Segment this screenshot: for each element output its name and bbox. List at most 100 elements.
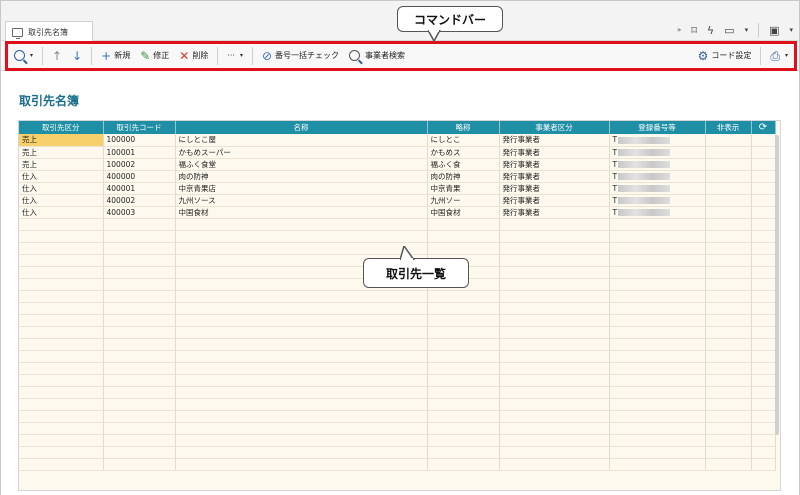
business-search-button[interactable]: 事業者検索: [344, 45, 410, 67]
empty-row: [19, 446, 776, 459]
cell-hidden[interactable]: [705, 158, 752, 171]
cell-hidden[interactable]: [705, 182, 752, 195]
lightning-icon[interactable]: ϟ: [707, 25, 714, 36]
chevron-down-icon[interactable]: ▾: [745, 26, 749, 34]
cell-short[interactable]: 福ふく食: [427, 158, 500, 171]
empty-cell: [19, 302, 104, 315]
column-header[interactable]: 登録番号等: [609, 121, 706, 134]
cell-code[interactable]: 100002: [103, 158, 176, 171]
cell-reg[interactable]: T: [609, 158, 706, 171]
column-header[interactable]: 事業者区分: [499, 121, 610, 134]
cell-kubun[interactable]: 仕入: [19, 170, 104, 183]
empty-cell: [751, 326, 776, 339]
cell-biz[interactable]: 発行事業者: [499, 134, 610, 147]
cell-name[interactable]: 中京青果店: [175, 182, 428, 195]
cell-biz[interactable]: 発行事業者: [499, 206, 610, 219]
cell-short[interactable]: 肉の防神: [427, 170, 500, 183]
search-button[interactable]: ▾: [9, 45, 38, 67]
cell-biz[interactable]: 発行事業者: [499, 182, 610, 195]
cell-kubun[interactable]: 売上: [19, 134, 104, 147]
cell-code[interactable]: 400001: [103, 182, 176, 195]
empty-cell: [19, 422, 104, 435]
cell-code[interactable]: 400002: [103, 194, 176, 207]
empty-row: [19, 242, 776, 255]
cell-biz[interactable]: 発行事業者: [499, 194, 610, 207]
cell-reg[interactable]: T: [609, 146, 706, 159]
cell-hidden[interactable]: [705, 194, 752, 207]
cell-short[interactable]: にしとこ: [427, 134, 500, 147]
print-button[interactable]: ⎙ ▾: [765, 45, 793, 67]
empty-cell: [19, 254, 104, 267]
column-header[interactable]: 略称: [427, 121, 500, 134]
cell-reg[interactable]: T: [609, 182, 706, 195]
cell-kubun[interactable]: 仕入: [19, 206, 104, 219]
cell-kubun[interactable]: 仕入: [19, 194, 104, 207]
cell-hidden[interactable]: [705, 206, 752, 219]
cell-short[interactable]: 中京青果: [427, 182, 500, 195]
table-row[interactable]: 仕入 400002 九州ソース 九州ソー 発行事業者 T: [19, 194, 776, 207]
table-row[interactable]: 仕入 400001 中京青果店 中京青果 発行事業者 T: [19, 182, 776, 195]
cell-reg[interactable]: T: [609, 194, 706, 207]
cell-reg[interactable]: T: [609, 134, 706, 147]
column-header[interactable]: 取引先コード: [103, 121, 176, 134]
bulk-number-check-button[interactable]: ⊘ 番号一括チェック: [257, 45, 344, 67]
column-header[interactable]: 名称: [175, 121, 428, 134]
overflow-chevron-icon[interactable]: »: [677, 26, 681, 34]
cell-short[interactable]: 中国食材: [427, 206, 500, 219]
table-row[interactable]: 売上 100000 にしとこ屋 にしとこ 発行事業者 T: [19, 134, 776, 147]
code-setting-button[interactable]: ⚙ コード設定: [693, 45, 757, 67]
cell-kubun[interactable]: 売上: [19, 146, 104, 159]
move-up-button[interactable]: ↑: [47, 45, 67, 67]
cell-code[interactable]: 100001: [103, 146, 176, 159]
tab-partner-list[interactable]: 取引先名簿: [5, 21, 93, 42]
table-row[interactable]: 仕入 400003 中国食材 中国食材 発行事業者 T: [19, 206, 776, 219]
column-header[interactable]: 非表示: [705, 121, 752, 134]
more-menu-button[interactable]: ··· ▾: [222, 45, 248, 67]
cell-code[interactable]: 400003: [103, 206, 176, 219]
vertical-scrollbar[interactable]: [775, 135, 779, 435]
move-down-button[interactable]: ↓: [67, 45, 87, 67]
cell-name[interactable]: にしとこ屋: [175, 134, 428, 147]
chevron-down-icon[interactable]: ▾: [789, 26, 793, 34]
empty-cell: [175, 458, 428, 471]
cell-name[interactable]: 福ふく食堂: [175, 158, 428, 171]
cell-name[interactable]: 九州ソース: [175, 194, 428, 207]
cell-short[interactable]: かもめス: [427, 146, 500, 159]
delete-button[interactable]: ✕ 削除: [174, 45, 213, 67]
empty-cell: [609, 254, 706, 267]
cell-hidden[interactable]: [705, 146, 752, 159]
cell-biz[interactable]: 発行事業者: [499, 146, 610, 159]
window-icon[interactable]: ▭: [724, 25, 734, 36]
empty-row: [19, 290, 776, 303]
partner-grid: 取引先区分 取引先コード 名称 略称 事業者区分 登録番号等 非表示 ⟳ 売上 …: [18, 120, 781, 491]
cell-name[interactable]: 中国食材: [175, 206, 428, 219]
cell-name[interactable]: かもめスーパー: [175, 146, 428, 159]
table-row[interactable]: 売上 100001 かもめスーパー かもめス 発行事業者 T: [19, 146, 776, 159]
bookmark-icon[interactable]: ⌑: [691, 25, 697, 36]
cell-kubun[interactable]: 仕入: [19, 182, 104, 195]
cell-hidden[interactable]: [705, 134, 752, 147]
cell-reg[interactable]: T: [609, 206, 706, 219]
cell-biz[interactable]: 発行事業者: [499, 158, 610, 171]
empty-cell: [427, 302, 500, 315]
edit-button[interactable]: ✎ 修正: [135, 45, 174, 67]
new-button[interactable]: + 新規: [96, 45, 135, 67]
cell-hidden[interactable]: [705, 170, 752, 183]
cell-kubun[interactable]: 売上: [19, 158, 104, 171]
empty-cell: [751, 422, 776, 435]
cell-name[interactable]: 肉の防神: [175, 170, 428, 183]
calendar-icon[interactable]: ▣: [769, 25, 779, 36]
table-row[interactable]: 売上 100002 福ふく食堂 福ふく食 発行事業者 T: [19, 158, 776, 171]
column-header[interactable]: 取引先区分: [19, 121, 104, 134]
cell-code[interactable]: 100000: [103, 134, 176, 147]
cell-code[interactable]: 400000: [103, 170, 176, 183]
empty-cell: [499, 254, 610, 267]
table-row[interactable]: 仕入 400000 肉の防神 肉の防神 発行事業者 T: [19, 170, 776, 183]
empty-cell: [499, 314, 610, 327]
empty-cell: [609, 422, 706, 435]
empty-cell: [499, 434, 610, 447]
cell-biz[interactable]: 発行事業者: [499, 170, 610, 183]
cell-short[interactable]: 九州ソー: [427, 194, 500, 207]
refresh-button[interactable]: ⟳: [751, 121, 776, 134]
cell-reg[interactable]: T: [609, 170, 706, 183]
